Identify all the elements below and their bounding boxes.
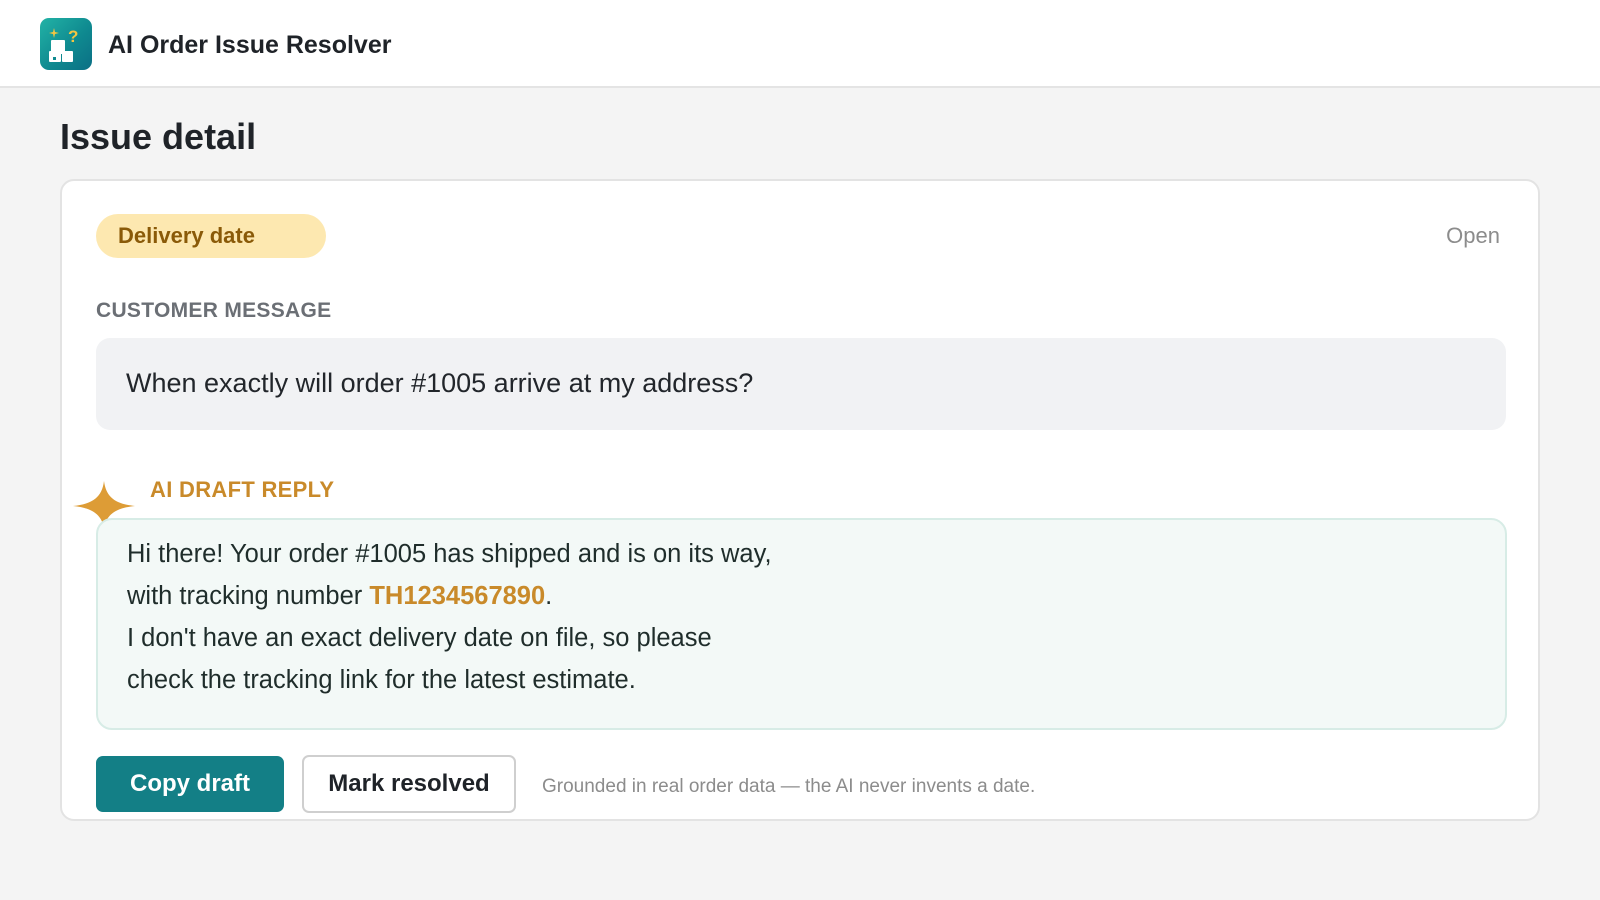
status-label: Open bbox=[1446, 223, 1500, 248]
category-badge: Delivery date bbox=[96, 214, 326, 258]
draft-line-1: Hi there! Your order #1005 has shipped a… bbox=[127, 540, 772, 568]
draft-line-2-prefix: with tracking number bbox=[127, 582, 370, 610]
draft-line-2: with tracking number TH1234567890. bbox=[127, 575, 772, 617]
page-title: Issue detail bbox=[60, 116, 257, 157]
app-logo-icon: ? bbox=[40, 18, 92, 70]
issue-card: Delivery date Open CUSTOMER MESSAGE When… bbox=[60, 179, 1540, 821]
draft-line-2-suffix: . bbox=[545, 582, 553, 610]
grounding-footnote: Grounded in real order data — the AI nev… bbox=[542, 776, 1036, 797]
draft-line-3: I don't have an exact delivery date on f… bbox=[127, 624, 712, 652]
tracking-number: TH1234567890 bbox=[369, 582, 546, 610]
copy-draft-button[interactable]: Copy draft bbox=[96, 756, 284, 812]
app-title: AI Order Issue Resolver bbox=[108, 31, 392, 59]
customer-message-label: CUSTOMER MESSAGE bbox=[96, 299, 332, 322]
customer-message-text: When exactly will order #1005 arrive at … bbox=[126, 368, 754, 398]
ai-draft-label: AI DRAFT REPLY bbox=[150, 477, 335, 502]
top-bar: ? AI Order Issue Resolver bbox=[0, 0, 1600, 88]
customer-message-box: When exactly will order #1005 arrive at … bbox=[96, 338, 1506, 430]
ai-draft-text: Hi there! Your order #1005 has shipped a… bbox=[127, 533, 772, 701]
draft-line-4: check the tracking link for the latest e… bbox=[127, 666, 636, 694]
mark-resolved-button[interactable]: Mark resolved bbox=[302, 755, 516, 813]
ai-draft-box: Hi there! Your order #1005 has shipped a… bbox=[96, 518, 1507, 730]
logo-question-glyph: ? bbox=[68, 27, 78, 46]
